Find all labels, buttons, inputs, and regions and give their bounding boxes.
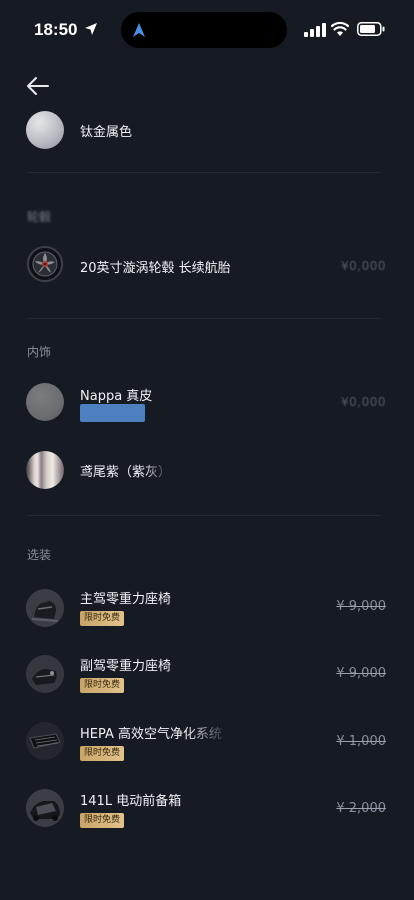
frunk-thumbnail bbox=[26, 789, 64, 827]
paint-row[interactable]: 钛金属色 bbox=[0, 100, 414, 160]
free-badge: 限时免费 bbox=[80, 678, 125, 693]
divider bbox=[27, 318, 381, 319]
option-price: ¥ 2,000 bbox=[336, 801, 386, 816]
option-row-hepa[interactable]: HEPA 高效空气净化系统 限时免费 ¥ 1,000 bbox=[0, 711, 414, 771]
wheel-row[interactable]: 20英寸漩涡轮毂 长续航胎 ¥0,000 bbox=[0, 234, 414, 294]
driver-seat-thumbnail bbox=[26, 589, 64, 627]
navigation-app-icon bbox=[133, 23, 145, 37]
options-section-label: 选装 bbox=[27, 548, 52, 562]
paint-swatch bbox=[26, 111, 64, 149]
option-label: 副驾零重力座椅 bbox=[80, 659, 172, 674]
seat-icon bbox=[26, 655, 64, 693]
divider bbox=[27, 515, 381, 516]
battery-icon bbox=[357, 22, 385, 36]
wheel-icon bbox=[27, 246, 63, 282]
location-arrow-icon bbox=[85, 23, 97, 35]
wheel-label: 20英寸漩涡轮毂 长续航胎 bbox=[80, 261, 231, 276]
material-price: ¥0,000 bbox=[341, 395, 386, 409]
air-filter-icon bbox=[26, 722, 64, 760]
cellular-signal-icon bbox=[304, 23, 326, 37]
seat-icon bbox=[26, 589, 64, 627]
option-price: ¥ 9,000 bbox=[336, 599, 386, 614]
free-badge: 限时免费 bbox=[80, 611, 125, 626]
selection-highlight-bar bbox=[80, 404, 145, 422]
option-row-driver-seat[interactable]: 主驾零重力座椅 限时免费 ¥ 9,000 bbox=[0, 578, 414, 638]
wheel-thumbnail bbox=[26, 245, 64, 283]
free-badge: 限时免费 bbox=[80, 746, 125, 761]
interior-color-swatch bbox=[26, 451, 64, 489]
paint-label: 钛金属色 bbox=[80, 125, 133, 140]
option-row-frunk[interactable]: 141L 电动前备箱 限时免费 ¥ 2,000 bbox=[0, 778, 414, 838]
interior-color-row[interactable]: 鸢尾紫（紫灰） bbox=[0, 440, 414, 500]
car-frunk-icon bbox=[26, 789, 64, 827]
interior-color-label: 鸢尾紫（紫灰） bbox=[80, 465, 170, 480]
option-label: 141L 电动前备箱 bbox=[80, 794, 182, 809]
free-badge: 限时免费 bbox=[80, 813, 125, 828]
divider bbox=[27, 172, 381, 173]
option-price: ¥ 1,000 bbox=[336, 734, 386, 749]
option-label: 主驾零重力座椅 bbox=[80, 592, 172, 607]
material-label: Nappa 真皮 bbox=[80, 389, 153, 404]
leather-swatch bbox=[26, 383, 64, 421]
wheels-section-label: 轮毂 bbox=[27, 210, 52, 224]
option-price: ¥ 9,000 bbox=[336, 666, 386, 681]
option-label: HEPA 高效空气净化系统 bbox=[80, 727, 223, 742]
back-arrow-icon[interactable] bbox=[24, 72, 52, 100]
status-bar: 18:50 bbox=[0, 0, 414, 60]
dynamic-island bbox=[121, 12, 287, 48]
interior-material-row[interactable]: Nappa 真皮 ¥0,000 bbox=[0, 372, 414, 432]
wifi-icon bbox=[331, 21, 349, 36]
interior-section-label: 内饰 bbox=[27, 345, 52, 359]
status-time: 18:50 bbox=[34, 20, 78, 39]
wheel-price: ¥0,000 bbox=[341, 259, 386, 273]
hepa-thumbnail bbox=[26, 722, 64, 760]
option-row-passenger-seat[interactable]: 副驾零重力座椅 限时免费 ¥ 9,000 bbox=[0, 644, 414, 704]
passenger-seat-thumbnail bbox=[26, 655, 64, 693]
